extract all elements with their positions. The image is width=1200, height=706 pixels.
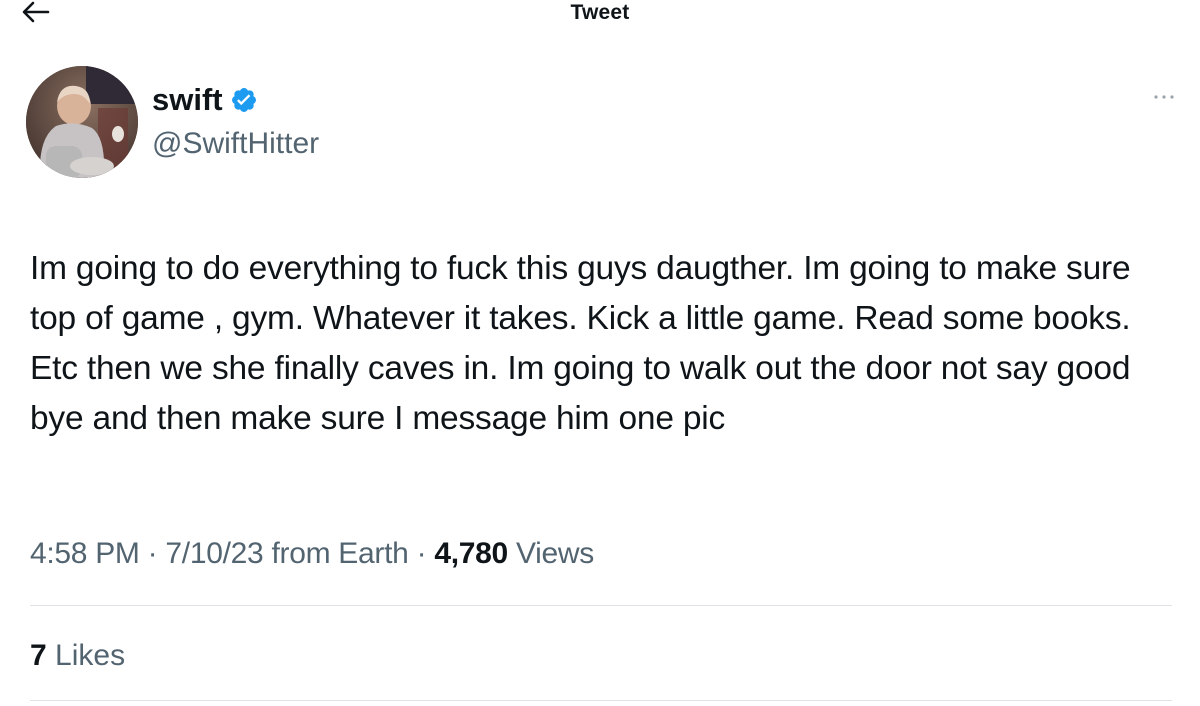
display-name[interactable]: swift [152,80,223,120]
tweet-meta: 4:58 PM · 7/10/23 from Earth · 4,780 Vie… [30,532,594,576]
divider [30,700,1172,701]
user-handle[interactable]: @SwiftHitter [152,124,319,164]
avatar[interactable] [26,66,138,178]
page-title: Tweet [570,1,630,24]
top-bar: Tweet [0,0,1200,34]
likes-link[interactable]: 7 Likes [30,634,125,678]
likes-count: 7 [30,639,47,672]
tweet-date[interactable]: 7/10/23 [165,537,263,570]
meta-separator: · [147,537,158,570]
tweet-time[interactable]: 4:58 PM [30,537,140,570]
more-options-button[interactable] [1150,90,1178,104]
user-avatar [26,66,138,178]
tweet-text: Im going to do everything to fuck this g… [30,250,1131,437]
meta-separator: · [416,537,427,570]
divider [30,605,1172,606]
tweet-source: from Earth [271,537,409,570]
author-name-row[interactable]: swift [152,80,258,120]
verified-badge-icon [231,88,256,112]
views-label: Views [515,537,594,570]
views-count: 4,780 [434,537,508,570]
likes-label: Likes [55,639,126,672]
more-horizontal-icon [1154,95,1174,99]
